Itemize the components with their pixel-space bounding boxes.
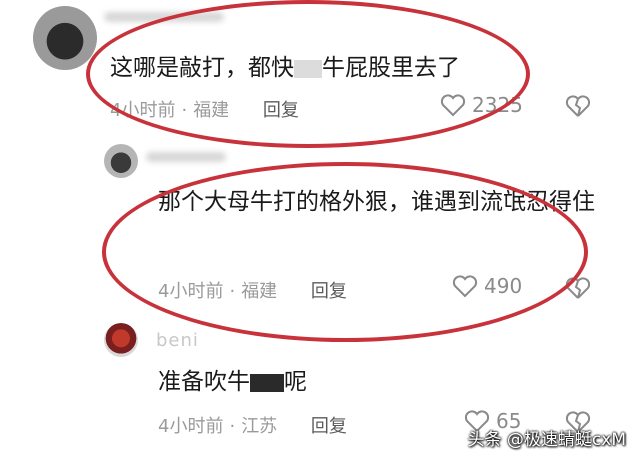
reply-button[interactable]: 回复 [311,281,347,302]
comment-time: 4小时前 [158,281,224,302]
like-count: 490 [484,274,523,298]
username[interactable]: beni [156,330,199,351]
comment-location: 江苏 [241,416,278,437]
avatar[interactable] [104,144,138,178]
comment-location: 福建 [193,100,230,121]
broken-heart-icon[interactable] [565,94,591,118]
broken-heart-icon[interactable] [565,276,591,300]
comment-meta: 4小时前 · 福建 回复 [110,100,299,121]
like-button[interactable]: 2325 [440,93,523,117]
avatar[interactable] [104,323,138,357]
redaction-mark [250,373,284,392]
username-blurred [146,152,226,162]
username-blurred [104,12,224,22]
like-count: 2325 [472,93,523,117]
comment-meta: 4小时前 · 江苏 回复 [158,416,347,437]
heart-outline-icon [440,93,466,117]
comment-location: 福建 [241,281,278,302]
watermark: 头条 @极速蜻蜓cxM [467,430,626,450]
like-button[interactable]: 490 [452,274,522,298]
heart-outline-icon [452,274,478,298]
avatar[interactable] [33,6,97,70]
redaction-mark [294,59,322,78]
comment-text-part: 呢 [284,369,307,395]
reply-button[interactable]: 回复 [263,100,299,121]
comment-text-part: 牛屁股里去了 [322,55,460,81]
comment-text: 准备吹牛 呢 [158,364,307,400]
comment-text-part: 这哪是敲打，都快 [110,55,294,81]
comment-text: 这哪是敲打，都快 牛屁股里去了 [110,50,460,86]
comment-text: 那个大母牛打的格外狠，谁遇到流氓忍得住 [158,189,595,215]
comment-text-part: 准备吹牛 [158,369,250,395]
comment-time: 4小时前 [110,100,176,121]
reply-button[interactable]: 回复 [311,416,347,437]
comment-time: 4小时前 [158,416,224,437]
comment-meta: 4小时前 · 福建 回复 [158,281,347,302]
